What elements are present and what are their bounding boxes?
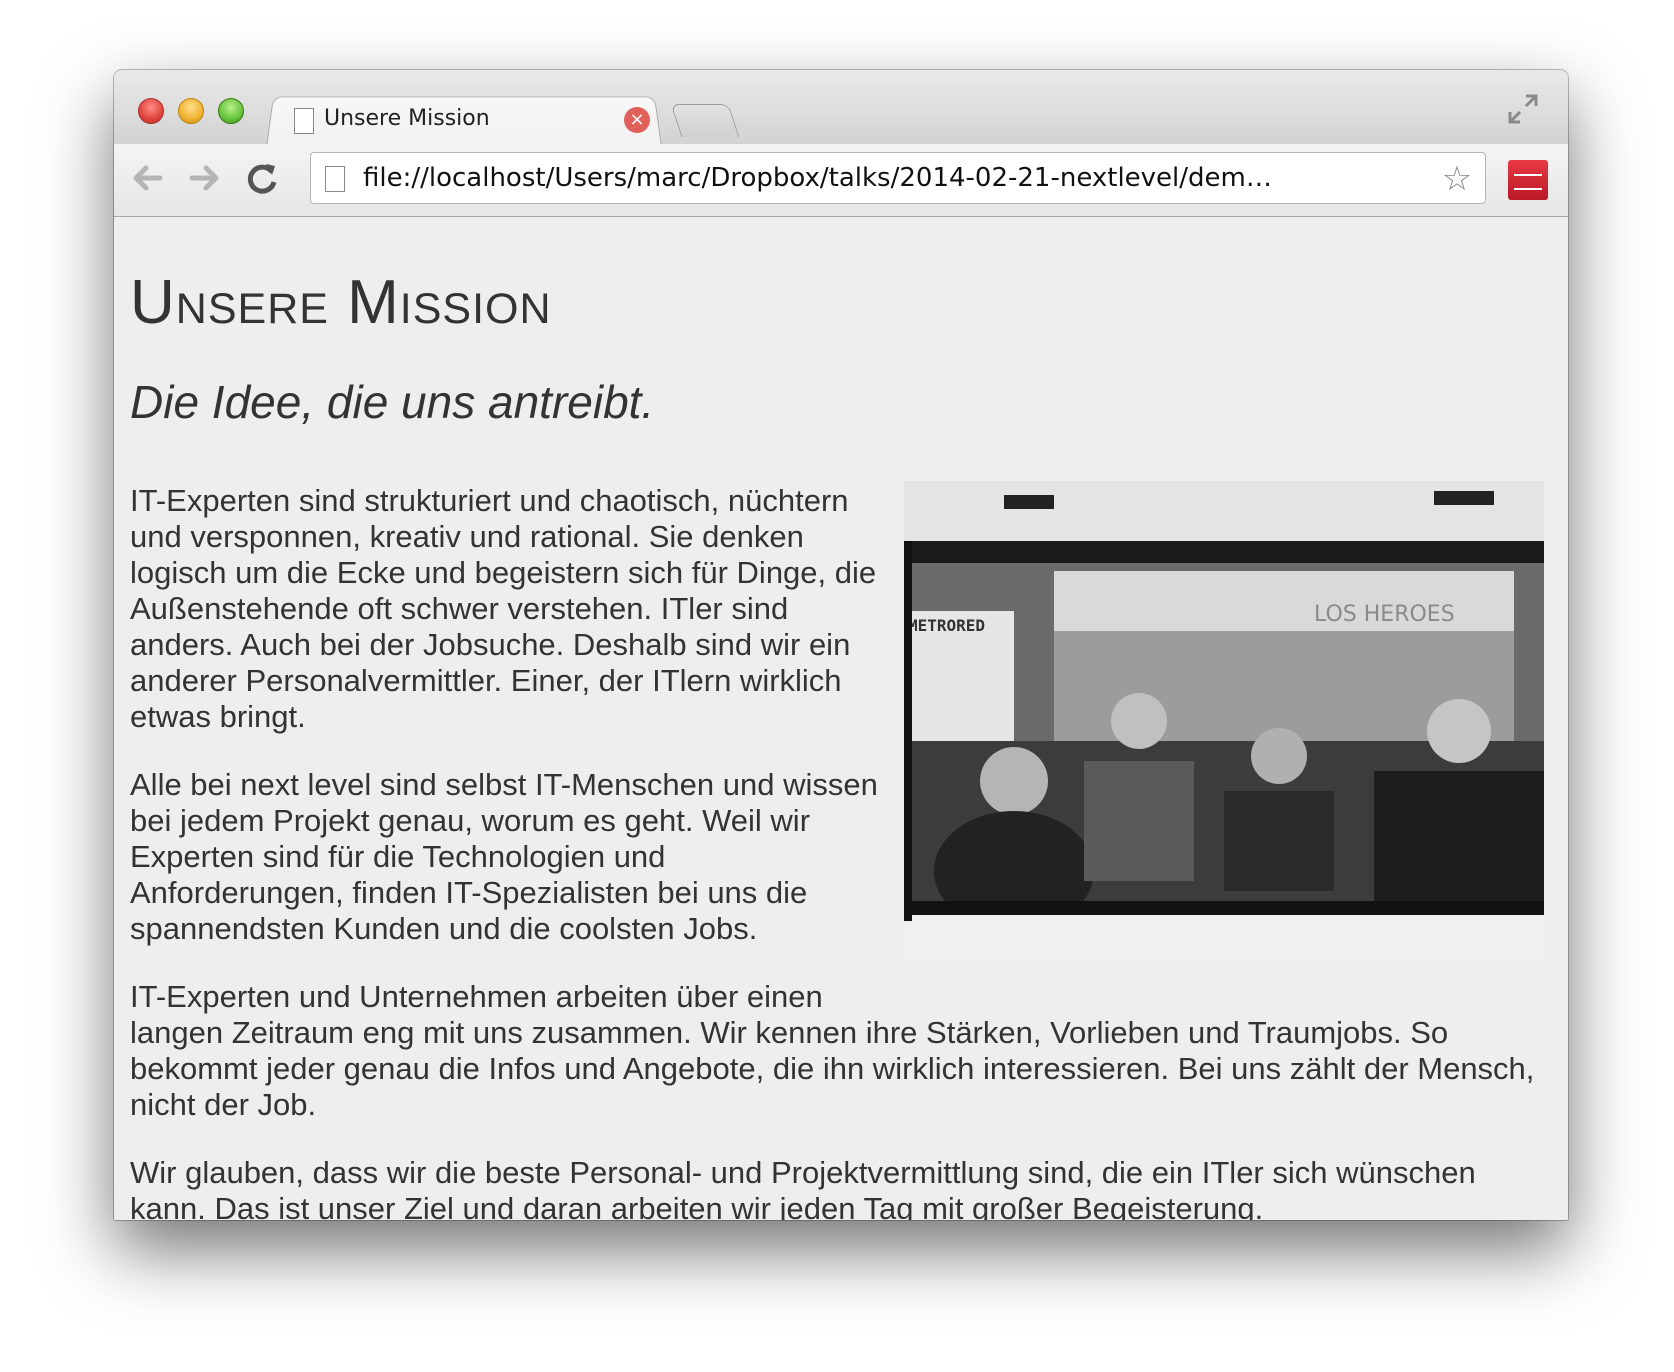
page-content: Unsere Mission Die Idee, die uns antreib… <box>114 217 1568 1220</box>
browser-window: Unsere Mission × file://localhost/Users/… <box>114 70 1568 1220</box>
new-tab-button[interactable] <box>670 104 740 137</box>
photo-sign-left: METRORED <box>908 616 985 635</box>
file-icon <box>325 166 345 192</box>
fullscreen-icon[interactable] <box>1506 92 1540 126</box>
photo-sign-right: LOS HEROES <box>1314 602 1455 627</box>
close-icon[interactable]: × <box>624 107 650 133</box>
paragraph-3: IT-Experten und Unternehmen arbeiten übe… <box>130 979 1550 1123</box>
extension-icon[interactable] <box>1508 160 1548 200</box>
subway-photo: LOS HEROES METRORED <box>904 481 1544 961</box>
address-bar[interactable]: file://localhost/Users/marc/Dropbox/talk… <box>310 152 1486 204</box>
file-icon <box>294 108 314 134</box>
paragraph-3-first-line: IT-Experten und Unternehmen arbeiten übe… <box>130 979 823 1014</box>
paragraph-3-rest: langen Zeitraum eng mit uns zusammen. Wi… <box>130 1015 1535 1122</box>
tab-title: Unsere Mission <box>324 106 490 131</box>
paragraph-4: Wir glauben, dass wir die beste Personal… <box>130 1155 1476 1220</box>
zoom-window-button[interactable] <box>218 98 244 124</box>
paragraph-2: Alle bei next level sind selbst IT-Mensc… <box>130 767 878 946</box>
tab-content: Unsere Mission × <box>294 98 664 142</box>
url-text[interactable]: file://localhost/Users/marc/Dropbox/talk… <box>363 163 1419 193</box>
tab-strip: Unsere Mission × <box>114 70 1568 147</box>
back-arrow-icon[interactable] <box>128 158 168 198</box>
page-title: Unsere Mission <box>130 268 552 337</box>
page-subtitle: Die Idee, die uns antreibt. <box>130 376 655 428</box>
close-window-button[interactable] <box>138 98 164 124</box>
toolbar: file://localhost/Users/marc/Dropbox/talk… <box>114 144 1568 217</box>
forward-arrow-icon[interactable] <box>184 158 224 198</box>
minimize-window-button[interactable] <box>178 98 204 124</box>
paragraph-1: IT-Experten sind strukturiert und chaoti… <box>130 483 877 734</box>
reload-icon[interactable] <box>242 158 282 198</box>
star-icon[interactable]: ☆ <box>1437 159 1477 199</box>
